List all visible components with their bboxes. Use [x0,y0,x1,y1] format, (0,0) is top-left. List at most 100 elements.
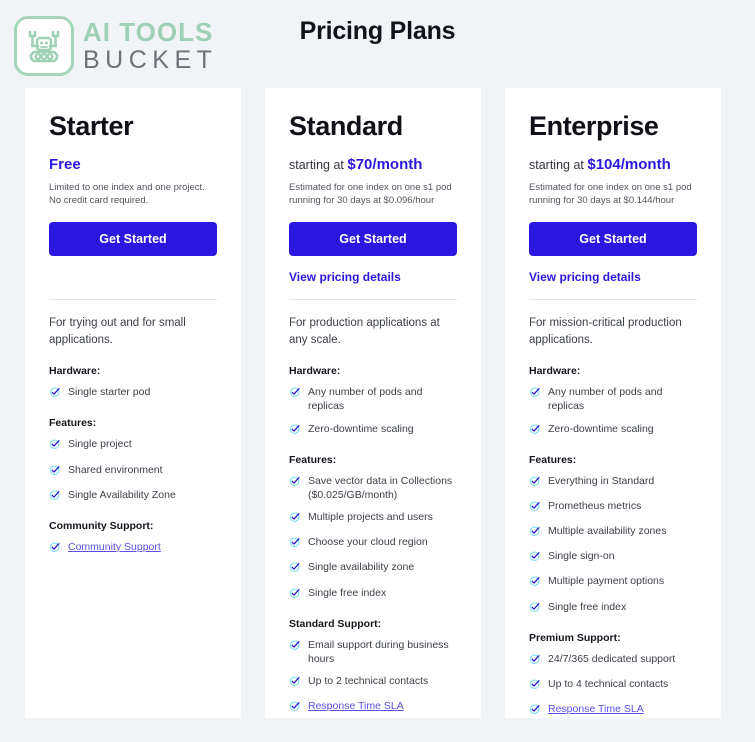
feature-item: Shared environment [49,463,217,480]
feature-item: Single free index [529,600,697,617]
view-pricing-details-link[interactable]: View pricing details [529,270,697,285]
feature-item: Single availability zone [289,560,457,577]
feature-link[interactable]: Response Time SLA [308,699,404,713]
feature-group-features: Features: Save vector data in Collection… [289,454,457,603]
check-circle-icon [289,586,301,603]
card-divider [529,298,697,300]
feature-group-community-support: Community Support: Community Support [49,520,217,557]
plan-name: Starter [49,111,134,141]
feature-label: Single availability zone [308,561,415,574]
feature-label: Multiple projects and users [308,511,433,524]
plan-price-note: Estimated for one index on one s1 pod ru… [289,181,452,207]
price-prefix: starting at [529,157,588,172]
get-started-button[interactable]: Get Started [529,221,697,256]
plan-price: starting at $104/month [529,156,697,174]
feature-label: Up to 2 technical contacts [308,675,429,688]
card-divider [289,298,457,300]
check-circle-icon [289,638,301,655]
feature-group-title: Features: [49,417,97,430]
feature-label: Shared environment [68,463,163,476]
check-circle-icon [49,540,61,557]
feature-item: Prometheus metrics [529,499,697,516]
plan-description: For production applications at any scale… [289,316,440,346]
feature-item: Single project [49,437,217,454]
feature-item: Zero-downtime scaling [289,422,457,439]
feature-group-standard-support: Standard Support: Email support during b… [289,618,457,717]
feature-group-title: Community Support: [49,519,154,532]
price-prefix: starting at [289,157,348,172]
feature-item: Any number of pods and replicas [529,385,697,413]
feature-label: Multiple availability zones [548,525,667,538]
check-circle-icon [49,463,61,480]
feature-item: Up to 2 technical contacts [289,674,457,691]
feature-item: Any number of pods and replicas [289,385,457,413]
pricing-card-grid: Starter Free Limited to one index and one … [0,88,755,718]
feature-item: Single starter pod [49,385,217,402]
check-circle-icon [49,437,61,454]
feature-item[interactable]: Community Support [49,540,217,557]
check-circle-icon [529,524,541,541]
price-amount: $70/month [347,155,423,173]
feature-label: Zero-downtime scaling [548,422,654,435]
feature-group-title: Hardware: [49,365,101,378]
feature-link[interactable]: Community Support [68,540,161,554]
page-header: AI TOOLS BUCKET Pricing Plans [0,0,755,88]
feature-link[interactable]: Response Time SLA [548,702,644,716]
check-circle-icon [529,474,541,491]
plan-description: For trying out and for small application… [49,316,186,346]
feature-label: 24/7/365 dedicated support [548,652,676,665]
pricing-card-enterprise: Enterprise starting at $104/month Estimate… [505,88,721,718]
check-circle-icon [529,422,541,439]
feature-group-hardware: Hardware: Any number of pods and replica… [529,365,697,439]
get-started-button[interactable]: Get Started [49,221,217,256]
check-circle-icon [289,699,301,716]
feature-item: 24/7/365 dedicated support [529,652,697,669]
feature-label: Single free index [308,586,387,599]
feature-group-title: Hardware: [529,365,581,378]
plan-price-note: Limited to one index and one project. No… [49,181,205,207]
feature-list: 24/7/365 dedicated support Up to 4 techn… [529,652,697,718]
brand-line-2: BUCKET [83,46,218,74]
feature-group-hardware: Hardware: Single starter pod [49,365,217,402]
feature-item: Up to 4 technical contacts [529,677,697,694]
feature-item: Email support during business hours [289,638,457,666]
feature-item: Single free index [289,586,457,603]
feature-group-title: Hardware: [289,365,341,378]
feature-item: Choose your cloud region [289,535,457,552]
feature-list: Community Support [49,540,217,557]
feature-item: Everything in Standard [529,474,697,491]
get-started-button[interactable]: Get Started [289,221,457,256]
check-circle-icon [289,474,301,491]
check-circle-icon [289,560,301,577]
feature-item: Single Availability Zone [49,488,217,505]
check-circle-icon [529,385,541,402]
view-pricing-details-link[interactable]: View pricing details [289,270,457,285]
plan-description: For mission-critical production applicat… [529,316,682,346]
plan-name: Standard [289,111,403,141]
feature-item: Multiple projects and users [289,510,457,527]
feature-label: Multiple payment options [548,575,665,588]
feature-item[interactable]: Response Time SLA [289,699,457,716]
feature-group-premium-support: Premium Support: 24/7/365 dedicated supp… [529,632,697,718]
feature-group-title: Features: [289,453,337,466]
check-circle-icon [529,702,541,718]
check-circle-icon [289,510,301,527]
check-circle-icon [49,488,61,505]
check-circle-icon [529,549,541,566]
plan-price: Free [49,155,81,173]
check-circle-icon [529,600,541,617]
feature-item[interactable]: Response Time SLA [529,702,697,718]
feature-label: Save vector data in Collections ($0.025/… [308,474,453,501]
check-circle-icon [529,652,541,669]
feature-list: Save vector data in Collections ($0.025/… [289,474,457,603]
feature-item: Save vector data in Collections ($0.025/… [289,474,457,502]
feature-group-hardware: Hardware: Any number of pods and replica… [289,365,457,439]
feature-label: Any number of pods and replicas [308,386,423,413]
feature-group-title: Premium Support: [529,631,621,644]
check-circle-icon [49,385,61,402]
price-amount: $104/month [587,155,671,173]
feature-label: Single sign-on [548,550,615,563]
feature-label: Single starter pod [68,386,151,399]
check-circle-icon [289,535,301,552]
feature-label: Zero-downtime scaling [308,422,414,435]
